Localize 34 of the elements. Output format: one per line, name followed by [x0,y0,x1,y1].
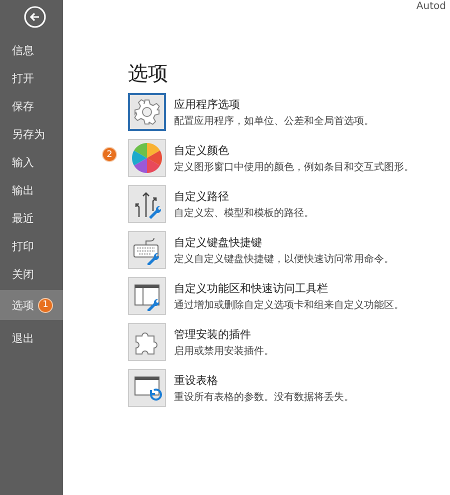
option-title[interactable]: 自定义功能区和快速访问工具栏 [174,280,404,296]
app-title-text: Autod [416,1,446,13]
gear-icon [133,98,161,126]
sidebar-item[interactable]: 输入 [0,154,34,170]
option-title[interactable]: 应用程序选项 [174,96,374,112]
back-icon[interactable] [24,6,46,28]
sidebar-item[interactable]: 最近 [0,210,34,226]
sidebar-item[interactable]: 退出 [0,330,34,346]
option-description: 定义图形窗口中使用的颜色，例如条目和交互式图形。 [174,160,414,174]
option-title[interactable]: 自定义键盘快捷键 [174,234,394,250]
option-title[interactable]: 重设表格 [174,372,354,388]
option-description: 自定义宏、模型和模板的路径。 [174,206,314,220]
color-wheel-icon [131,142,163,174]
option-description: 定义自定义键盘快捷键，以便快速访问常用命令。 [174,252,394,266]
option-title[interactable]: 管理安装的插件 [174,326,274,342]
option-description: 配置应用程序，如单位、公差和全局首选项。 [174,114,374,128]
sidebar-item[interactable]: 关闭 [0,266,34,282]
option-description: 通过增加或删除自定义选项卡和组来自定义功能区。 [174,298,404,312]
sidebar-item[interactable]: 保存 [0,98,34,114]
keyboard-wrench-icon [132,235,162,265]
sidebar-item[interactable]: 打开 [0,70,34,86]
option-description: 重设所有表格的参数。没有数据将丢失。 [174,390,354,404]
sidebar-item[interactable]: 选项 [0,298,34,312]
sidebar-item[interactable]: 输出 [0,182,34,198]
page-title: 选项 [128,60,169,87]
option-title[interactable]: 自定义路径 [174,188,314,204]
sidebar-item[interactable]: 打印 [0,238,34,254]
option-tile[interactable] [128,93,166,131]
sidebar-item[interactable]: 信息 [0,42,34,58]
option-title[interactable]: 自定义颜色 [174,142,414,158]
sidebar-item[interactable]: 另存为 [0,126,45,142]
step-badge: 1 [38,298,53,312]
option-description: 启用或禁用安装插件。 [174,344,274,358]
step-badge: 2 [102,147,117,162]
